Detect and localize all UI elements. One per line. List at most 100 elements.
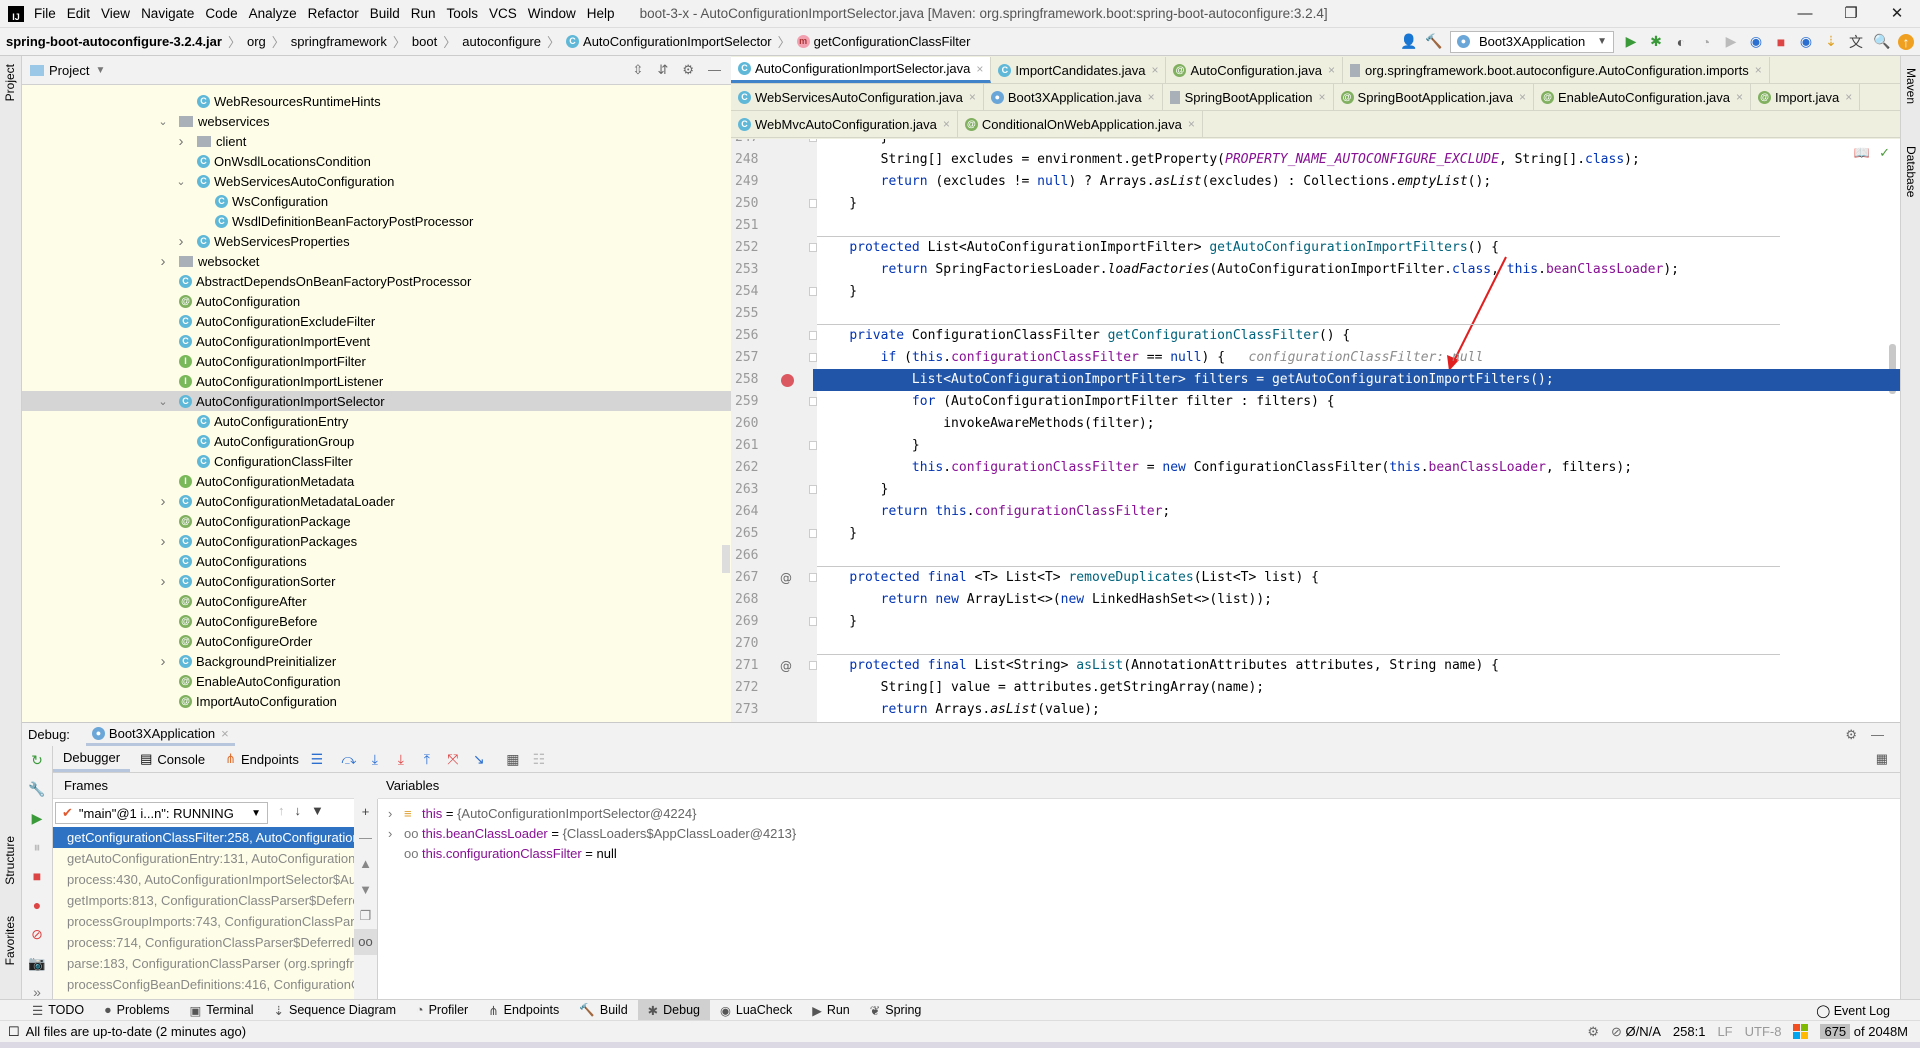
search-icon[interactable]: 🔍 xyxy=(1873,33,1890,50)
camera-icon[interactable]: 📷 xyxy=(22,949,52,978)
memory-indicator[interactable]: 675 of 2048M xyxy=(1820,1024,1908,1039)
resume-icon[interactable]: ▶ xyxy=(1723,33,1739,50)
gear-icon[interactable]: ⚙ xyxy=(1845,727,1857,743)
code-line[interactable]: 269 } xyxy=(731,611,1900,633)
tool-todo[interactable]: ☰ TODO xyxy=(22,1000,94,1020)
project-tree-scrollbar[interactable] xyxy=(722,545,730,573)
run-icon[interactable]: ▶ xyxy=(1623,33,1639,50)
stop-icon[interactable]: ■ xyxy=(1773,34,1789,50)
tool-build[interactable]: 🔨 Build xyxy=(569,1000,637,1020)
tree-item[interactable]: C WsdlDefinitionBeanFactoryPostProcessor xyxy=(22,211,731,231)
code-line[interactable]: 253 return SpringFactoriesLoader.loadFac… xyxy=(731,259,1900,281)
expand-all-icon[interactable]: ⇳ xyxy=(633,62,644,78)
breakpoint-icon[interactable] xyxy=(781,374,794,387)
close-tab-icon[interactable]: × xyxy=(1328,63,1335,77)
breadcrumb-item[interactable]: autoconfigure 〉 xyxy=(462,32,560,51)
code-line[interactable]: 252 protected List<AutoConfigurationImpo… xyxy=(731,237,1900,259)
close-icon[interactable]: × xyxy=(221,726,229,741)
breadcrumb-item[interactable]: org 〉 xyxy=(247,32,285,51)
code-line[interactable]: 268 return new ArrayList<>(new LinkedHas… xyxy=(731,589,1900,611)
tool-spring[interactable]: ❦ Spring xyxy=(860,1000,932,1020)
code-line[interactable]: 273 return Arrays.asList(value); xyxy=(731,699,1900,721)
menu-window[interactable]: Window xyxy=(528,6,576,21)
chevron-right-icon[interactable]: › xyxy=(175,233,187,250)
stack-frame[interactable]: processConfigBeanDefinitions:416, Config… xyxy=(53,974,354,995)
editor-tab[interactable]: C WebServicesAutoConfiguration.java × xyxy=(731,84,984,110)
stack-frame[interactable]: getAutoConfigurationEntry:131, AutoConfi… xyxy=(53,848,354,869)
tool-luacheck[interactable]: ◉ LuaCheck xyxy=(710,1000,802,1020)
chevron-right-icon[interactable]: › xyxy=(157,493,169,510)
code-line[interactable]: 263 } xyxy=(731,479,1900,501)
database-tool-button[interactable]: Database xyxy=(1904,146,1918,197)
debug-session-tab[interactable]: ● Boot3XApplication × xyxy=(85,723,235,746)
code-line[interactable]: 259 for (AutoConfigurationImportFilter f… xyxy=(731,391,1900,413)
arrow-up-icon[interactable]: ↑ xyxy=(278,803,285,818)
add-watch-icon[interactable]: + xyxy=(354,799,377,825)
remove-watch-icon[interactable]: — xyxy=(354,825,377,851)
vcs-icon[interactable]: ⇣ xyxy=(1823,33,1839,50)
code-line[interactable]: 260 invokeAwareMethods(filter); xyxy=(731,413,1900,435)
close-tab-icon[interactable]: × xyxy=(1845,90,1852,104)
maven-tool-button[interactable]: Maven xyxy=(1904,68,1918,104)
close-tab-icon[interactable]: × xyxy=(1519,90,1526,104)
override-icon[interactable]: @ xyxy=(780,655,792,677)
structure-tool-button[interactable]: Structure xyxy=(3,836,17,885)
evaluate-expression-icon[interactable]: ▦ xyxy=(505,751,521,768)
project-view-select[interactable]: Project xyxy=(49,63,89,78)
tool-problems[interactable]: ● Problems xyxy=(94,1000,179,1020)
tree-item[interactable]: @ ImportAutoConfiguration xyxy=(22,691,731,711)
fold-icon[interactable] xyxy=(809,199,817,208)
fold-icon[interactable] xyxy=(809,485,817,494)
code-line[interactable]: 250 } xyxy=(731,193,1900,215)
tree-item[interactable]: @ AutoConfiguration xyxy=(22,291,731,311)
move-down-icon[interactable]: ▼ xyxy=(354,877,377,903)
code-line[interactable]: 254 } xyxy=(731,281,1900,303)
code-line[interactable]: 249 return (excludes != null) ? Arrays.a… xyxy=(731,171,1900,193)
stack-frame[interactable]: getConfigurationClassFilter:258, AutoCon… xyxy=(53,827,354,848)
thread-select[interactable]: ✔ "main"@1 i...n": RUNNING ▼ xyxy=(55,802,268,824)
resume-icon[interactable]: ▶ xyxy=(22,804,52,833)
tree-item[interactable]: ⌄ webservices xyxy=(22,111,731,131)
tree-item[interactable]: C WebResourcesRuntimeHints xyxy=(22,91,731,111)
breadcrumb-item[interactable]: springframework 〉 xyxy=(291,32,406,51)
layout-icon[interactable]: ☰ xyxy=(309,751,325,768)
override-icon[interactable]: @ xyxy=(780,567,792,589)
fold-icon[interactable] xyxy=(809,353,817,362)
fold-icon[interactable] xyxy=(809,529,817,538)
stack-frame[interactable]: process:430, AutoConfigurationImportSele… xyxy=(53,869,354,890)
fold-icon[interactable] xyxy=(809,617,817,626)
stack-frame[interactable]: processGroupImports:743, ConfigurationCl… xyxy=(53,911,354,932)
menu-run[interactable]: Run xyxy=(411,6,436,21)
chevron-right-icon[interactable]: › xyxy=(175,133,187,150)
hide-icon[interactable]: — xyxy=(708,62,721,78)
tree-item[interactable]: › websocket xyxy=(22,251,731,271)
collapse-all-icon[interactable]: ⇵ xyxy=(657,62,668,78)
tree-item[interactable]: C AutoConfigurationExcludeFilter xyxy=(22,311,731,331)
editor-tab[interactable]: @ SpringBootApplication.java × xyxy=(1334,84,1534,110)
tree-item[interactable]: C AbstractDependsOnBeanFactoryPostProcess… xyxy=(22,271,731,291)
code-line[interactable]: 261 } xyxy=(731,435,1900,457)
chevron-right-icon[interactable]: › xyxy=(157,653,169,670)
close-tab-icon[interactable]: × xyxy=(943,117,950,131)
debug-icon[interactable]: ✱ xyxy=(1648,33,1664,50)
code-line[interactable]: 264 return this.configurationClassFilter… xyxy=(731,501,1900,523)
attach-icon[interactable]: ◉ xyxy=(1798,33,1814,50)
rerun-icon[interactable]: ↻ xyxy=(22,746,52,775)
code-line[interactable]: 262 this.configurationClassFilter = new … xyxy=(731,457,1900,479)
run-configuration-select[interactable]: ● Boot3XApplication ▼ xyxy=(1450,30,1614,53)
code-line[interactable]: 256 private ConfigurationClassFilter get… xyxy=(731,325,1900,347)
chevron-right-icon[interactable]: › xyxy=(388,806,404,821)
code-line[interactable]: 251 xyxy=(731,215,1900,237)
maximize-button[interactable]: ❐ xyxy=(1828,0,1874,27)
step-over-icon[interactable]: ⤼ xyxy=(341,751,357,768)
variable-row[interactable]: › ≡ this = {AutoConfigurationImportSelecto… xyxy=(388,803,696,823)
tree-item[interactable]: C AutoConfigurations xyxy=(22,551,731,571)
line-separator[interactable]: LF xyxy=(1717,1024,1732,1039)
tree-item[interactable]: I AutoConfigurationMetadata xyxy=(22,471,731,491)
tree-item[interactable]: C AutoConfigurationEntry xyxy=(22,411,731,431)
project-tool-button[interactable]: Project xyxy=(3,64,17,101)
tree-item[interactable]: @ AutoConfigurationPackage xyxy=(22,511,731,531)
tree-item[interactable]: ⌄ C AutoConfigurationImportSelector xyxy=(22,391,731,411)
tree-item[interactable]: @ EnableAutoConfiguration xyxy=(22,671,731,691)
stop-icon[interactable]: ■ xyxy=(22,862,52,891)
